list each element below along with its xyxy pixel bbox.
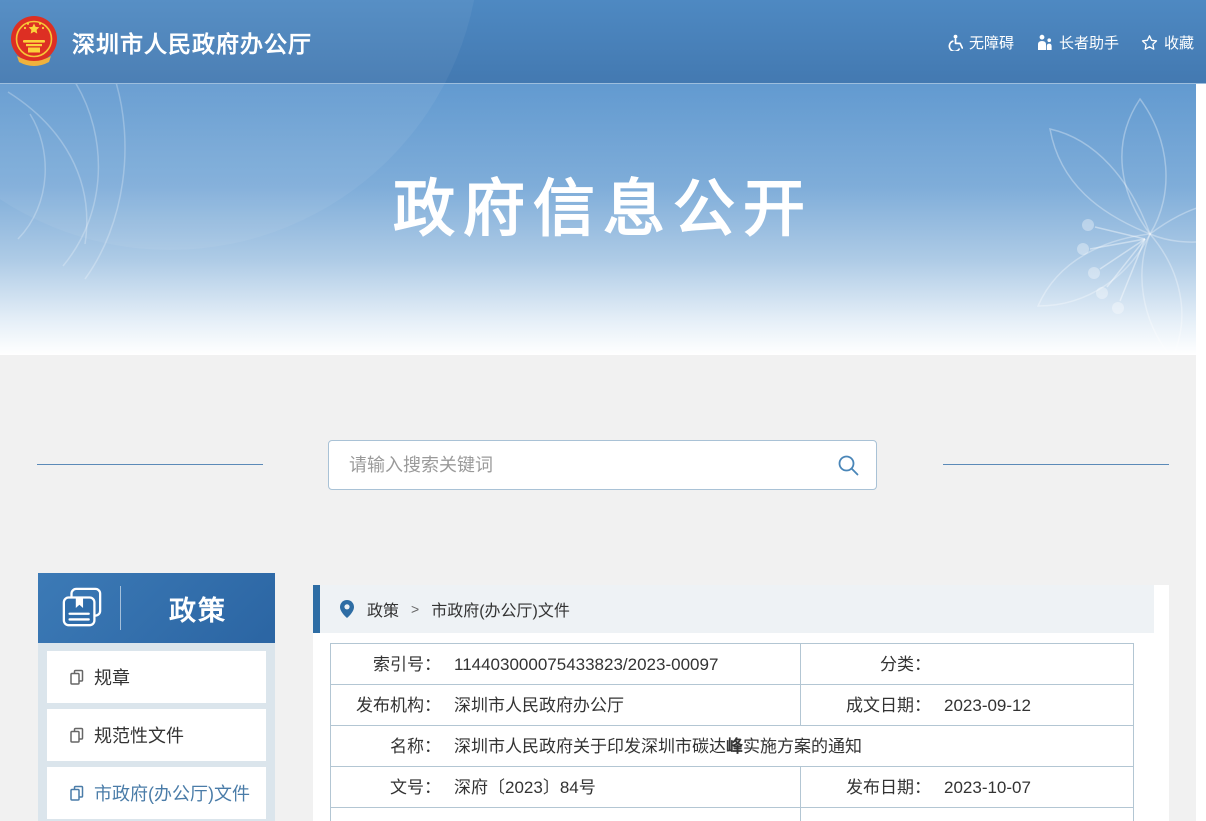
site-title: 深圳市人民政府办公厅 [72, 25, 312, 59]
field-label: 索引号： [331, 644, 441, 685]
breadcrumb-accent-bar [313, 585, 320, 633]
national-emblem-icon [10, 14, 58, 70]
field-label: 文号： [331, 767, 441, 808]
sidebar-header-label: 政策 [121, 589, 275, 628]
table-cell: 分类： [801, 644, 1133, 684]
favorite-link[interactable]: 收藏 [1141, 32, 1194, 53]
sidebar-item-label: 市政府(办公厅)文件 [94, 780, 250, 806]
decorative-line [943, 464, 1169, 465]
elder-assistant-label: 长者助手 [1059, 32, 1119, 53]
sidebar-header-policy[interactable]: 政策 [38, 573, 275, 643]
doc-info-table: 索引号： 114403000075433823/2023-00097 分类： 发布… [330, 643, 1134, 821]
table-row-issuer: 发布机构： 深圳市人民政府办公厅 成文日期： 2023-09-12 [331, 685, 1133, 726]
field-value: 深圳市人民政府办公厅 [454, 696, 624, 715]
accessibility-link[interactable]: 无障碍 [946, 32, 1014, 53]
sidebar-menu: 规章 规范性文件 市政府(办公厅)文件 [38, 643, 275, 821]
breadcrumb-current[interactable]: 市政府(办公厅)文件 [431, 597, 570, 621]
field-value: 114403000075433823/2023-00097 [454, 655, 718, 674]
top-header-bar: 深圳市人民政府办公厅 无障碍 长者助手 [0, 0, 1206, 84]
page-banner: 政府信息公开 [0, 84, 1206, 355]
favorite-label: 收藏 [1164, 32, 1194, 53]
page: 深圳市人民政府办公厅 无障碍 长者助手 [0, 0, 1206, 821]
elder-assistant-link[interactable]: 长者助手 [1036, 32, 1119, 53]
field-label: 发布机构： [331, 685, 441, 726]
page-title: 政府信息公开 [0, 158, 1206, 248]
table-row-partial [331, 808, 1133, 821]
elder-icon [1036, 34, 1053, 51]
field-value: 深圳市人民政府关于印发深圳市碳达峰实施方案的通知 [454, 737, 862, 756]
table-cell: 发布机构： 深圳市人民政府办公厅 [331, 685, 801, 725]
sidebar-item-regulations[interactable]: 规章 [47, 651, 266, 703]
breadcrumb: 政策 > 市政府(办公厅)文件 [313, 585, 1154, 633]
table-cell: 文号： 深府〔2023〕84号 [331, 767, 801, 807]
location-pin-icon [340, 600, 354, 618]
decorative-line [37, 464, 263, 465]
site-logo-link[interactable]: 深圳市人民政府办公厅 [10, 14, 350, 70]
table-cell: 索引号： 114403000075433823/2023-00097 [331, 644, 801, 684]
table-cell: 发布日期： 2023-10-07 [801, 767, 1133, 807]
table-cell [801, 808, 1133, 821]
table-row-index: 索引号： 114403000075433823/2023-00097 分类： [331, 644, 1133, 685]
field-value: 深府〔2023〕84号 [454, 778, 596, 797]
search-button[interactable] [837, 454, 860, 477]
document-icon [69, 785, 85, 802]
wheelchair-icon [946, 34, 963, 51]
sidebar-item-normative-documents[interactable]: 规范性文件 [47, 709, 266, 761]
search-icon [837, 454, 860, 477]
table-cell: 成文日期： 2023-09-12 [801, 685, 1133, 725]
sidebar-item-municipal-documents[interactable]: 市政府(办公厅)文件 [47, 767, 266, 819]
search-box [328, 440, 877, 490]
sidebar-item-label: 规范性文件 [94, 722, 184, 748]
field-value: 2023-10-07 [944, 778, 1031, 797]
breadcrumb-root[interactable]: 政策 [367, 597, 399, 621]
sidebar-item-label: 规章 [94, 664, 130, 690]
breadcrumb-separator: > [411, 601, 419, 617]
highlighted-keyword: 峰 [726, 737, 743, 756]
field-label: 分类： [801, 644, 931, 685]
star-icon [1141, 34, 1158, 51]
book-icon [60, 587, 104, 629]
table-row-docnumber: 文号： 深府〔2023〕84号 发布日期： 2023-10-07 [331, 767, 1133, 808]
field-label: 成文日期： [801, 685, 931, 726]
table-row-title: 名称： 深圳市人民政府关于印发深圳市碳达峰实施方案的通知 [331, 726, 1133, 767]
right-edge-gutter [1196, 84, 1206, 821]
field-value: 2023-09-12 [944, 696, 1031, 715]
topbar-utility-links: 无障碍 长者助手 收藏 [946, 0, 1194, 84]
accessibility-label: 无障碍 [969, 32, 1014, 53]
field-label: 发布日期： [801, 767, 931, 808]
main-content-panel: 政策 > 市政府(办公厅)文件 索引号： 114403000075433823/2… [313, 585, 1169, 821]
document-icon [69, 669, 85, 686]
table-cell [331, 808, 801, 821]
field-label: 名称： [331, 726, 441, 767]
search-input[interactable] [329, 441, 819, 489]
table-cell: 名称： 深圳市人民政府关于印发深圳市碳达峰实施方案的通知 [331, 726, 1133, 766]
document-icon [69, 727, 85, 744]
